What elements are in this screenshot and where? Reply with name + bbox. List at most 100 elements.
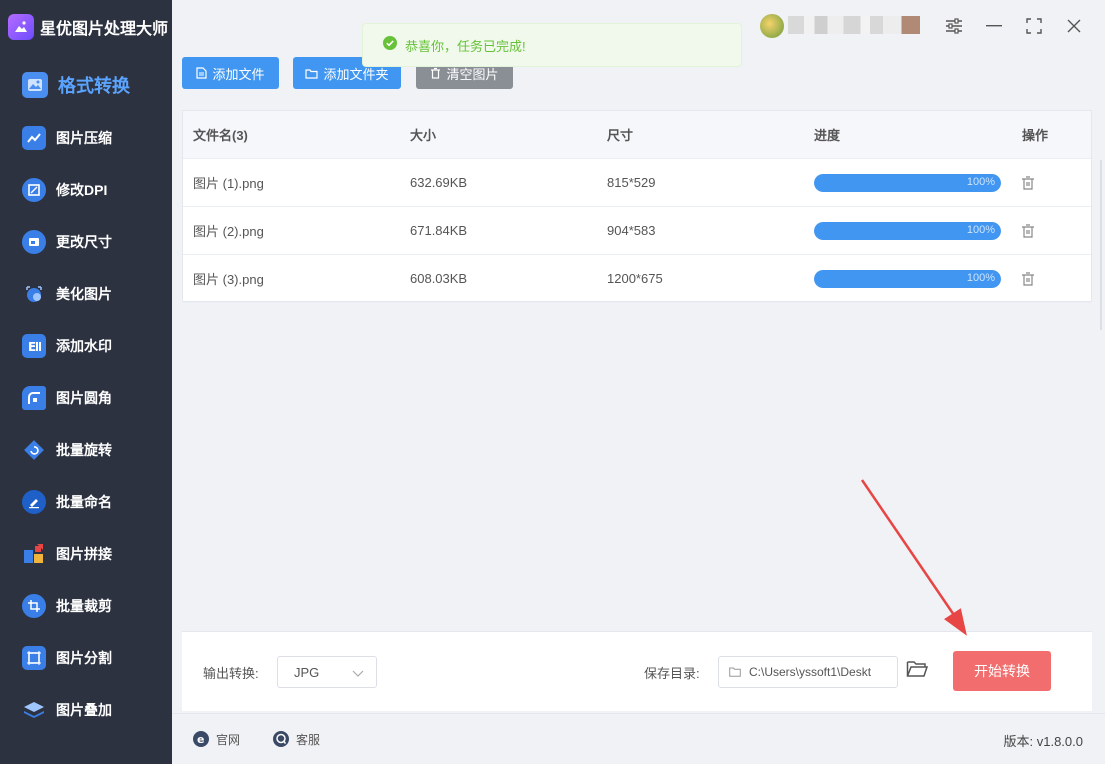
file-dimensions: 904*583 [607, 223, 656, 238]
success-toast: 恭喜你，任务已完成! [362, 23, 742, 67]
beautify-icon [22, 282, 46, 306]
file-size: 671.84KB [410, 223, 468, 238]
dpi-icon [22, 178, 46, 202]
sidebar-item-rounded-corner[interactable]: 图片圆角 [0, 372, 172, 424]
chevron-down-icon [352, 666, 364, 681]
rename-icon [22, 490, 46, 514]
folder-icon [305, 68, 319, 79]
website-link[interactable]: e 官网 [192, 730, 240, 748]
compress-icon [22, 126, 46, 150]
table-row[interactable]: 图片 (2).png 671.84KB 904*583 100% [183, 207, 1091, 255]
sidebar-item-label: 更改尺寸 [56, 234, 112, 250]
progress-bar: 100% [814, 174, 1001, 192]
file-table: 文件名(3) 大小 尺寸 进度 操作 图片 (1).png 632.69KB 8… [182, 110, 1092, 303]
check-circle-icon [383, 35, 397, 55]
file-name: 图片 (2).png [193, 224, 264, 239]
sidebar-item-rotate[interactable]: 批量旋转 [0, 424, 172, 476]
file-name: 图片 (3).png [193, 272, 264, 287]
sidebar-item-label: 图片分割 [56, 650, 112, 666]
annotation-arrow [860, 479, 967, 636]
header-dimensions: 尺寸 [607, 128, 634, 143]
support-label: 客服 [296, 732, 321, 747]
sidebar-item-label: 修改DPI [56, 182, 108, 198]
scrollbar[interactable] [1100, 160, 1102, 330]
file-size: 608.03KB [410, 271, 468, 286]
output-format-label: 输出转换: [203, 666, 259, 681]
add-file-button[interactable]: 添加文件 [182, 57, 279, 89]
save-dir-field[interactable]: C:\Users\yssoft1\Deskt [718, 656, 898, 688]
delete-row-icon[interactable] [1021, 175, 1035, 191]
sidebar-item-resize[interactable]: 更改尺寸 [0, 216, 172, 268]
header-action: 操作 [1022, 128, 1049, 143]
output-format-select[interactable]: JPG [277, 656, 377, 688]
toast-message: 恭喜你，任务已完成! [405, 38, 526, 54]
sidebar-item-label: 图片圆角 [56, 390, 112, 406]
sidebar-item-label: 图片叠加 [56, 702, 112, 718]
sidebar-item-split[interactable]: 图片分割 [0, 632, 172, 684]
sidebar-item-overlay[interactable]: 图片叠加 [0, 684, 172, 736]
app-title: 星优图片处理大师 [8, 14, 168, 40]
save-dir-label: 保存目录: [644, 666, 700, 681]
file-name: 图片 (1).png [193, 176, 264, 191]
footer: e 官网 客服 版本: v1.8.0.0 [172, 713, 1105, 764]
sidebar-item-crop[interactable]: 批量裁剪 [0, 580, 172, 632]
minimize-icon[interactable] [982, 14, 1006, 38]
file-dimensions: 1200*675 [607, 271, 663, 286]
resize-icon [22, 230, 46, 254]
start-convert-button[interactable]: 开始转换 [953, 651, 1051, 691]
support-link[interactable]: 客服 [272, 730, 320, 748]
file-dimensions: 815*529 [607, 175, 656, 190]
user-avatar[interactable] [760, 14, 784, 38]
header-name: 文件名(3) [193, 128, 248, 143]
rounded-corner-icon [22, 386, 46, 410]
app-title-text: 星优图片处理大师 [40, 21, 169, 38]
table-header: 文件名(3) 大小 尺寸 进度 操作 [183, 111, 1091, 159]
sidebar-item-label: 格式转换 [58, 76, 130, 96]
rotate-icon [22, 438, 46, 462]
progress-text: 100% [966, 272, 995, 284]
delete-row-icon[interactable] [1021, 223, 1035, 239]
sidebar-item-label: 批量裁剪 [56, 598, 112, 614]
svg-text:e: e [197, 733, 204, 746]
overlay-icon [22, 698, 46, 722]
sidebar-item-label: 图片拼接 [56, 546, 112, 562]
sidebar-item-compress[interactable]: 图片压缩 [0, 112, 172, 164]
progress-text: 100% [966, 176, 995, 188]
maximize-icon[interactable] [1022, 14, 1046, 38]
sidebar-item-label: 图片压缩 [56, 130, 112, 146]
header-size: 大小 [410, 128, 437, 143]
add-file-label: 添加文件 [212, 66, 265, 82]
sidebar-item-watermark[interactable]: E 添加水印 [0, 320, 172, 372]
file-icon [196, 67, 208, 79]
sidebar-item-beautify[interactable]: 美化图片 [0, 268, 172, 320]
sidebar-item-format-convert[interactable]: 格式转换 [0, 58, 172, 112]
sidebar: 星优图片处理大师 格式转换 图片压缩 修改DPI 更改尺寸 美化图片 E 添加水… [0, 0, 172, 764]
table-row[interactable]: 图片 (3).png 608.03KB 1200*675 100% [183, 255, 1091, 303]
app-logo-icon [8, 14, 34, 40]
delete-row-icon[interactable] [1021, 271, 1035, 287]
sidebar-nav: 格式转换 图片压缩 修改DPI 更改尺寸 美化图片 E 添加水印 图片圆角 批量… [0, 58, 172, 736]
stitch-icon [22, 542, 46, 566]
support-chat-icon [272, 730, 290, 748]
crop-icon [22, 594, 46, 618]
svg-text:E: E [28, 340, 36, 354]
watermark-icon: E [22, 334, 46, 358]
image-convert-icon [22, 72, 48, 98]
settings-icon[interactable] [942, 14, 966, 38]
trash-icon [430, 67, 441, 79]
ie-globe-icon: e [192, 730, 210, 748]
sidebar-item-label: 批量命名 [56, 494, 112, 510]
close-icon[interactable] [1062, 14, 1086, 38]
website-label: 官网 [216, 732, 241, 747]
sidebar-item-label: 添加水印 [56, 338, 112, 354]
file-size: 632.69KB [410, 175, 468, 190]
table-row[interactable]: 图片 (1).png 632.69KB 815*529 100% [183, 159, 1091, 207]
output-settings-panel: 输出转换: JPG 保存目录: C:\Users\yssoft1\Deskt 开… [182, 631, 1092, 711]
progress-text: 100% [966, 224, 995, 236]
sidebar-item-dpi[interactable]: 修改DPI [0, 164, 172, 216]
sidebar-item-stitch[interactable]: 图片拼接 [0, 528, 172, 580]
browse-folder-icon[interactable] [906, 660, 930, 684]
sidebar-item-rename[interactable]: 批量命名 [0, 476, 172, 528]
progress-bar: 100% [814, 270, 1001, 288]
progress-bar: 100% [814, 222, 1001, 240]
